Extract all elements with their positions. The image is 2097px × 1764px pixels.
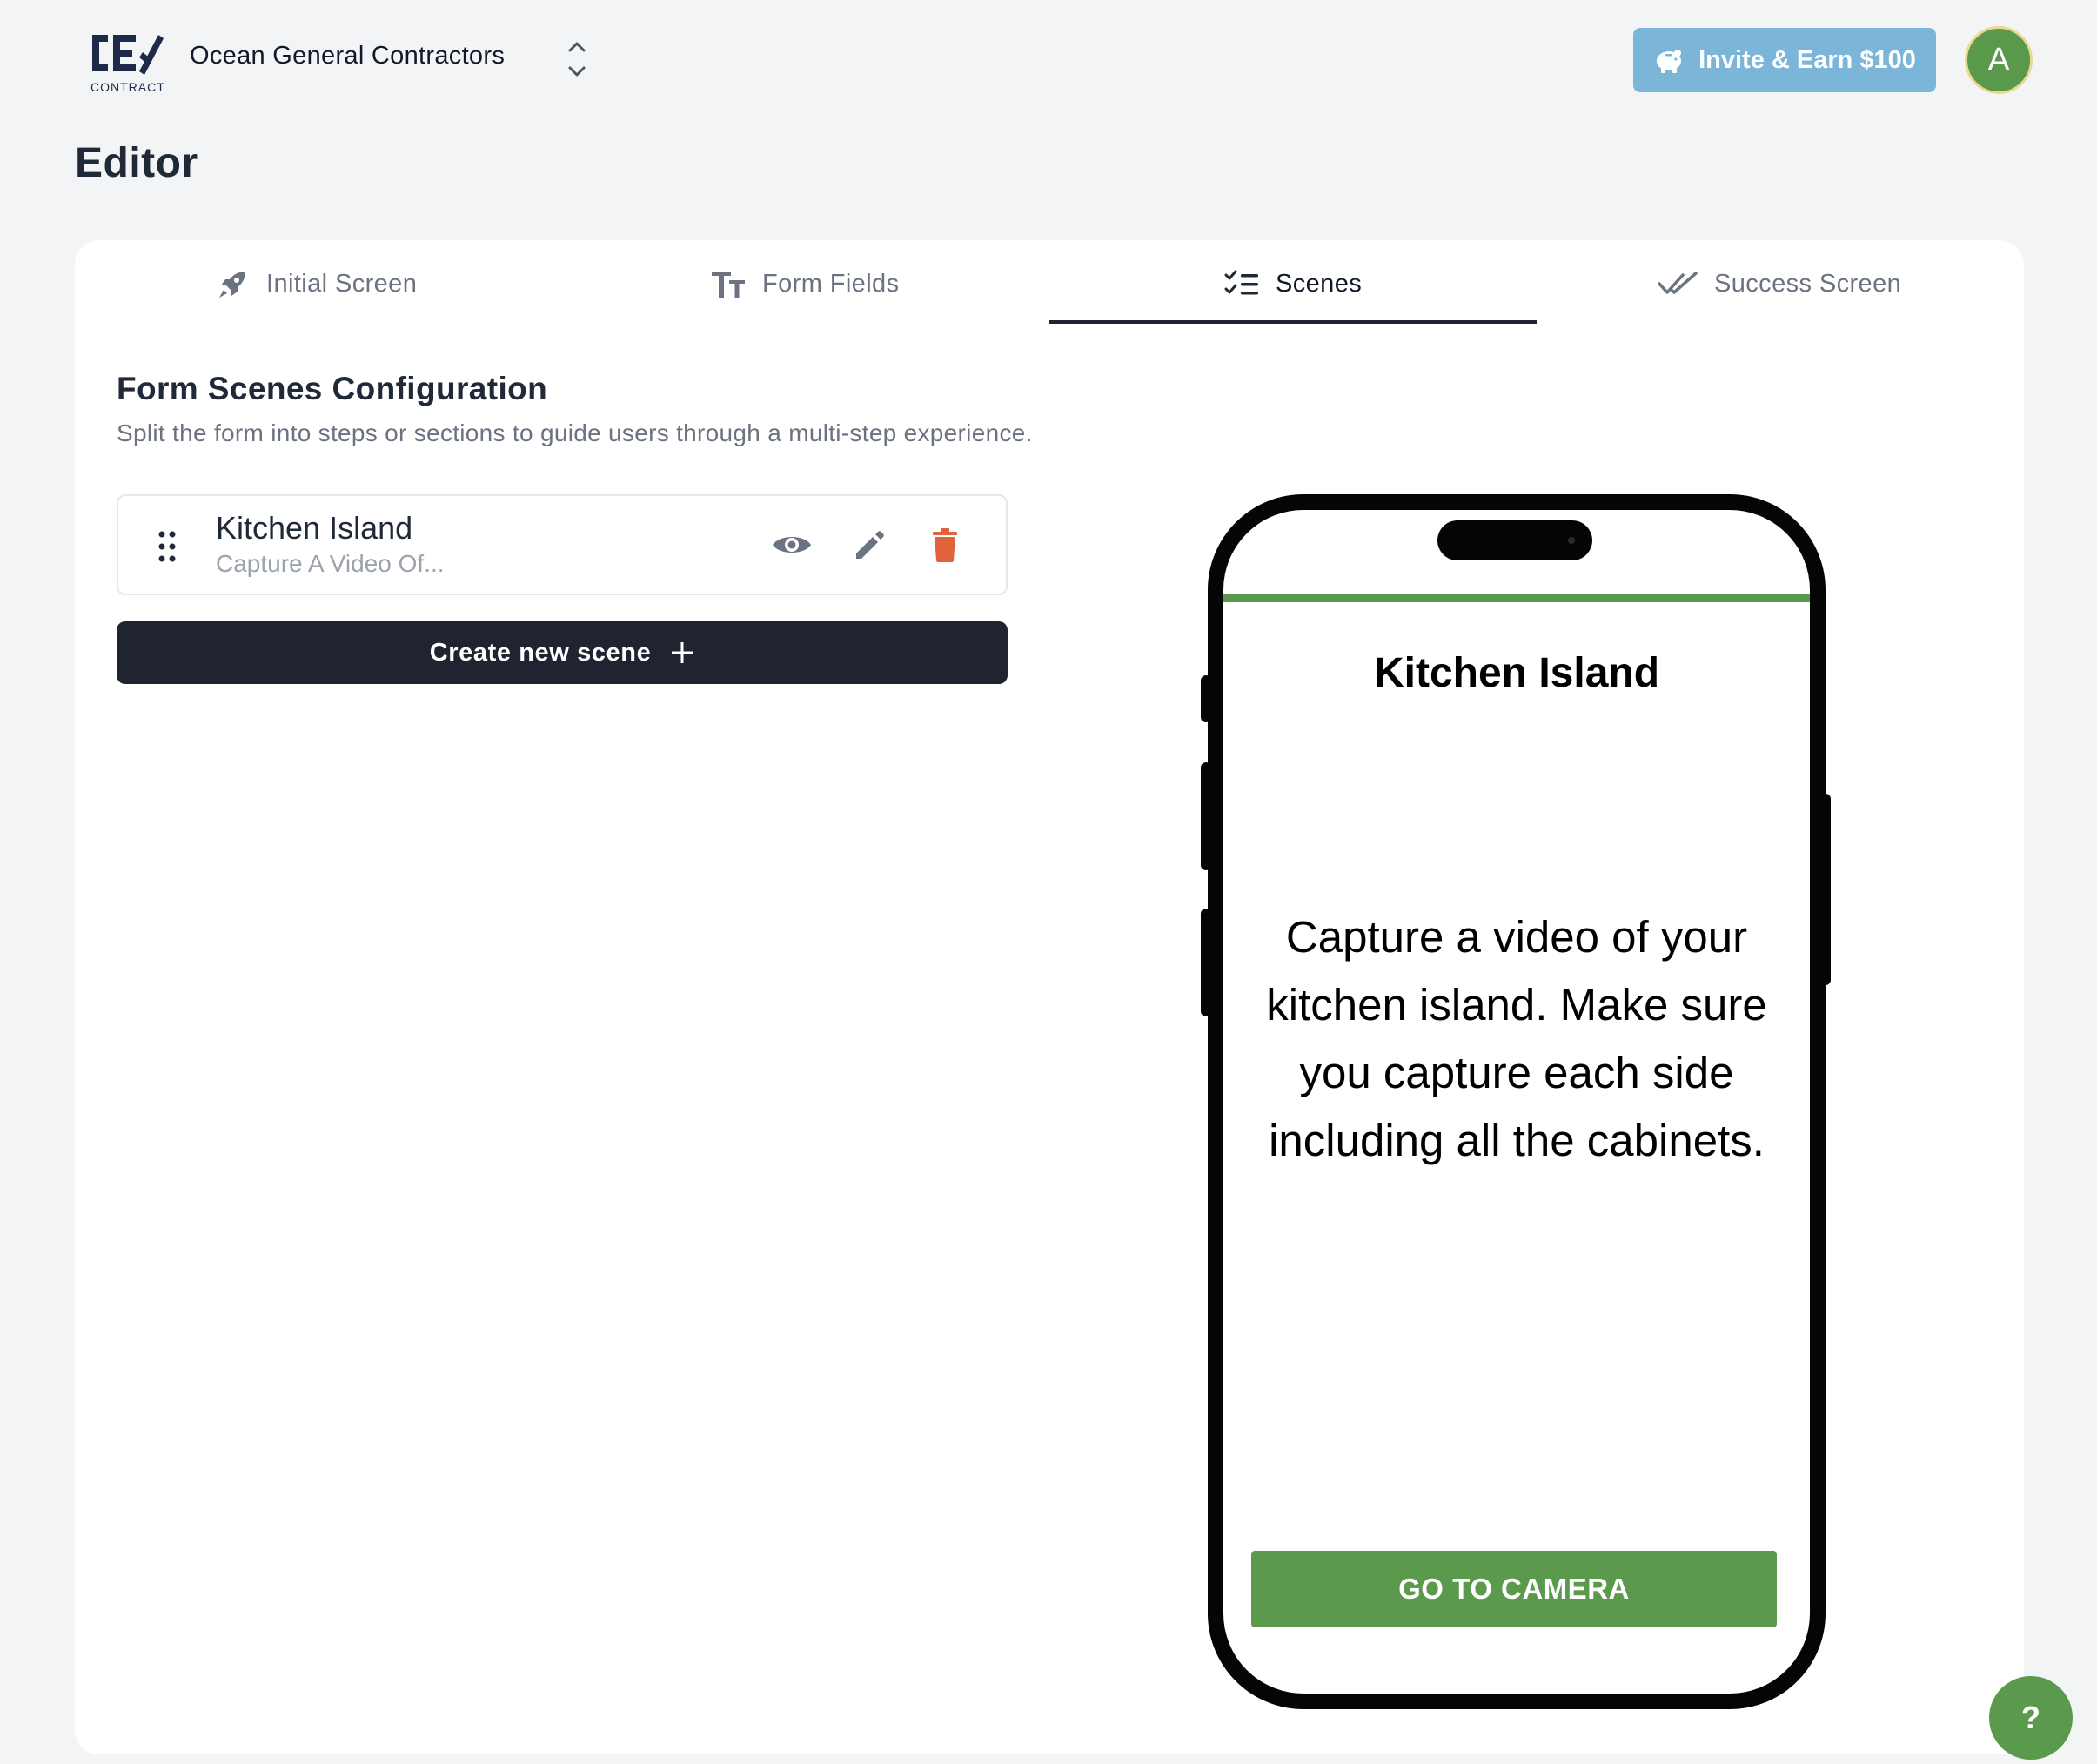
active-tab-indicator xyxy=(1049,320,1537,324)
phone-notch xyxy=(1437,520,1592,560)
delete-trash-icon[interactable] xyxy=(922,522,968,567)
go-to-camera-button[interactable]: GO TO CAMERA xyxy=(1251,1551,1777,1627)
help-button[interactable]: ? xyxy=(1989,1676,2073,1760)
scene-name: Kitchen Island xyxy=(216,510,413,546)
checklist-icon xyxy=(1224,270,1258,295)
scene-list-item[interactable]: Kitchen Island Capture A Video Of... xyxy=(117,494,1008,595)
scene-progress-bar xyxy=(1223,594,1810,602)
tab-form-fields[interactable]: Form Fields xyxy=(710,259,899,308)
plus-icon xyxy=(672,642,693,663)
tab-label: Scenes xyxy=(1276,269,1363,298)
company-switch-chevrons-icon[interactable] xyxy=(564,38,590,80)
logo-mark-icon xyxy=(92,35,164,75)
tab-scenes[interactable]: Scenes xyxy=(1223,259,1362,308)
text-size-icon xyxy=(712,272,745,298)
page-title: Editor xyxy=(75,140,198,186)
piggy-bank-icon xyxy=(1657,50,1682,73)
preview-body: Capture a video of your kitchen island. … xyxy=(1266,912,1767,1165)
invite-earn-button[interactable]: Invite & Earn $100 xyxy=(1633,28,1936,92)
editor-card: Initial Screen Form Fields Scenes Succes… xyxy=(75,240,2024,1754)
tab-success-screen[interactable]: Success Screen xyxy=(1657,259,1901,308)
tab-label: Form Fields xyxy=(762,269,900,298)
editor-tabs: Initial Screen Form Fields Scenes Succes… xyxy=(75,240,2024,324)
double-check-icon xyxy=(1658,272,1698,294)
invite-label: Invite & Earn $100 xyxy=(1698,45,1916,74)
top-bar: CONTRACT Ocean General Contractors Invit… xyxy=(0,0,2097,122)
phone-preview: Kitchen Island Capture a video of your k… xyxy=(1208,494,1826,1709)
user-avatar[interactable]: A xyxy=(1965,26,2033,94)
company-name: Ocean General Contractors xyxy=(190,42,506,70)
tab-initial-screen[interactable]: Initial Screen xyxy=(216,259,417,308)
preview-title: Kitchen Island xyxy=(1373,650,1660,696)
front-camera-icon xyxy=(1568,537,1575,544)
tab-label: Initial Screen xyxy=(266,269,418,298)
company-logo: CONTRACT xyxy=(90,30,164,94)
scene-subtitle: Capture A Video Of... xyxy=(216,550,445,577)
preview-eye-icon[interactable] xyxy=(769,522,814,567)
drag-handle-icon[interactable] xyxy=(157,529,178,564)
tab-label: Success Screen xyxy=(1714,269,1902,298)
section-description: Split the form into steps or sections to… xyxy=(117,419,1033,446)
create-new-scene-button[interactable]: Create new scene xyxy=(117,621,1008,684)
edit-pencil-icon[interactable] xyxy=(846,522,891,567)
section-title: Form Scenes Configuration xyxy=(117,371,548,406)
logo-text: CONTRACT xyxy=(90,80,165,94)
create-button-label: Create new scene xyxy=(429,638,652,667)
rocket-icon xyxy=(219,272,245,298)
